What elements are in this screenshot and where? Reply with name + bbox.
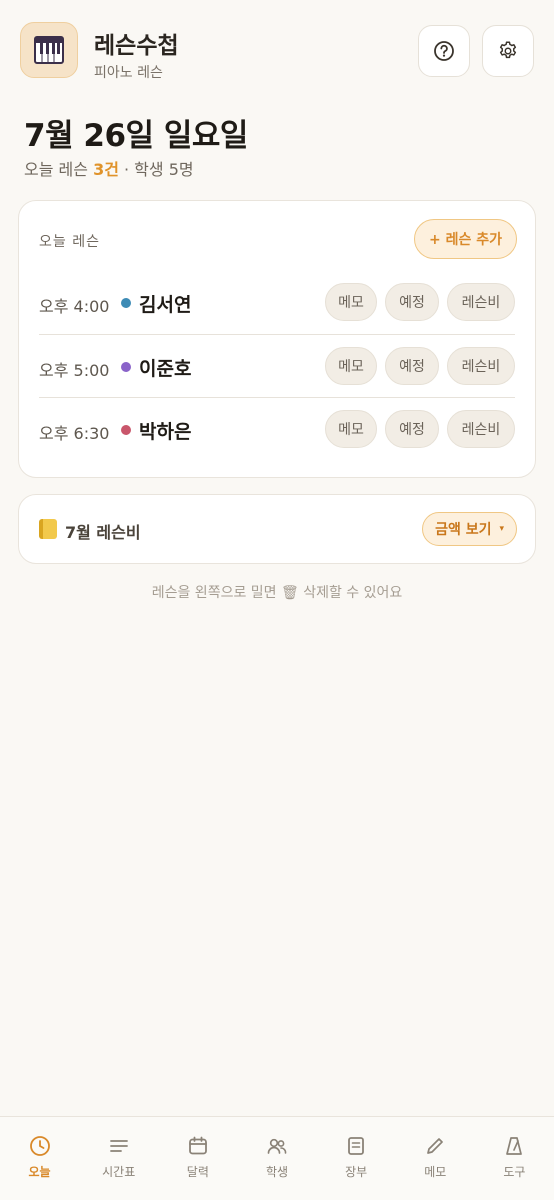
piano-icon [20,22,78,78]
today-lessons-card: 오늘 레슨 + 레슨 추가 오후 4:00 김서연 메모 예정 레슨비 오후 5… [18,200,536,478]
tab-timetable[interactable]: 시간표 [79,1117,158,1200]
lesson-time: 오후 4:00 [39,297,110,316]
monthly-fee-card[interactable]: 7월 레슨비 금액 보기 ▾ [18,494,536,564]
pencil-icon [424,1135,446,1157]
show-amount-button[interactable]: 금액 보기 ▾ [422,512,517,546]
student-name: 이준호 [139,358,192,380]
tab-tools[interactable]: 도구 [475,1117,554,1200]
tab-students[interactable]: 학생 [237,1117,316,1200]
tab-label: 메모 [424,1165,447,1179]
bottom-tab-bar: 오늘 시간표 달력 학생 장부 메모 도구 [0,1116,554,1200]
tab-label: 오늘 [28,1165,51,1179]
clock-icon [29,1135,51,1157]
today-lessons-label: 오늘 레슨 [39,234,100,250]
student-name: 김서연 [139,294,192,316]
lesson-row[interactable]: 오후 6:30 박하은 메모 예정 레슨비 [39,397,515,460]
tab-label: 시간표 [102,1165,136,1179]
metronome-icon [503,1135,525,1157]
summary-count: 3건 [93,160,119,179]
lesson-summary: 오늘 레슨 3건 · 학생 5명 [24,156,194,180]
summary-prefix: 오늘 레슨 [24,160,94,179]
swipe-hint: 레슨을 왼쪽으로 밀면 🗑 삭제할 수 있어요 [151,585,403,601]
ledger-icon [345,1135,367,1157]
tab-label: 도구 [503,1165,526,1179]
tab-memo[interactable]: 메모 [396,1117,475,1200]
memo-button[interactable]: 메모 [325,347,377,385]
help-circle-icon [433,40,455,62]
list-icon [108,1135,130,1157]
help-button[interactable] [418,25,470,77]
settings-button[interactable] [482,25,534,77]
calendar-icon [187,1135,209,1157]
show-amount-label: 금액 보기 [435,522,492,538]
gear-icon [497,40,519,62]
student-name: 박하은 [139,421,192,443]
tab-label: 달력 [186,1165,209,1179]
notebook-icon [39,519,57,539]
student-color-dot [121,362,131,372]
status-button[interactable]: 예정 [385,410,439,448]
fee-button[interactable]: 레슨비 [447,410,515,448]
tab-today[interactable]: 오늘 [0,1117,79,1200]
tab-ledger[interactable]: 장부 [317,1117,396,1200]
fee-button[interactable]: 레슨비 [447,283,515,321]
lesson-row[interactable]: 오후 4:00 김서연 메모 예정 레슨비 [39,271,515,334]
summary-suffix: · 학생 5명 [118,160,194,179]
memo-button[interactable]: 메모 [325,283,377,321]
lesson-row[interactable]: 오후 5:00 이준호 메모 예정 레슨비 [39,334,515,397]
student-color-dot [121,298,131,308]
app-title: 레슨수첩 [94,33,179,59]
app-header: 레슨수첩 피아노 레슨 [20,22,534,81]
lesson-time: 오후 5:00 [39,361,110,380]
lesson-time: 오후 6:30 [39,424,110,443]
student-color-dot [121,425,131,435]
chevron-down-icon: ▾ [499,524,504,534]
fee-button[interactable]: 레슨비 [447,347,515,385]
tab-calendar[interactable]: 달력 [158,1117,237,1200]
memo-button[interactable]: 메모 [325,410,377,448]
tab-label: 장부 [345,1165,368,1179]
monthly-fee-label: 7월 레슨비 [65,523,141,542]
app-subtitle: 피아노 레슨 [94,65,163,81]
tab-label: 학생 [265,1165,289,1179]
users-icon [266,1135,288,1157]
date-title: 7월 26일 일요일 [24,118,248,154]
status-button[interactable]: 예정 [385,283,439,321]
add-lesson-button[interactable]: + 레슨 추가 [414,219,517,259]
status-button[interactable]: 예정 [385,347,439,385]
